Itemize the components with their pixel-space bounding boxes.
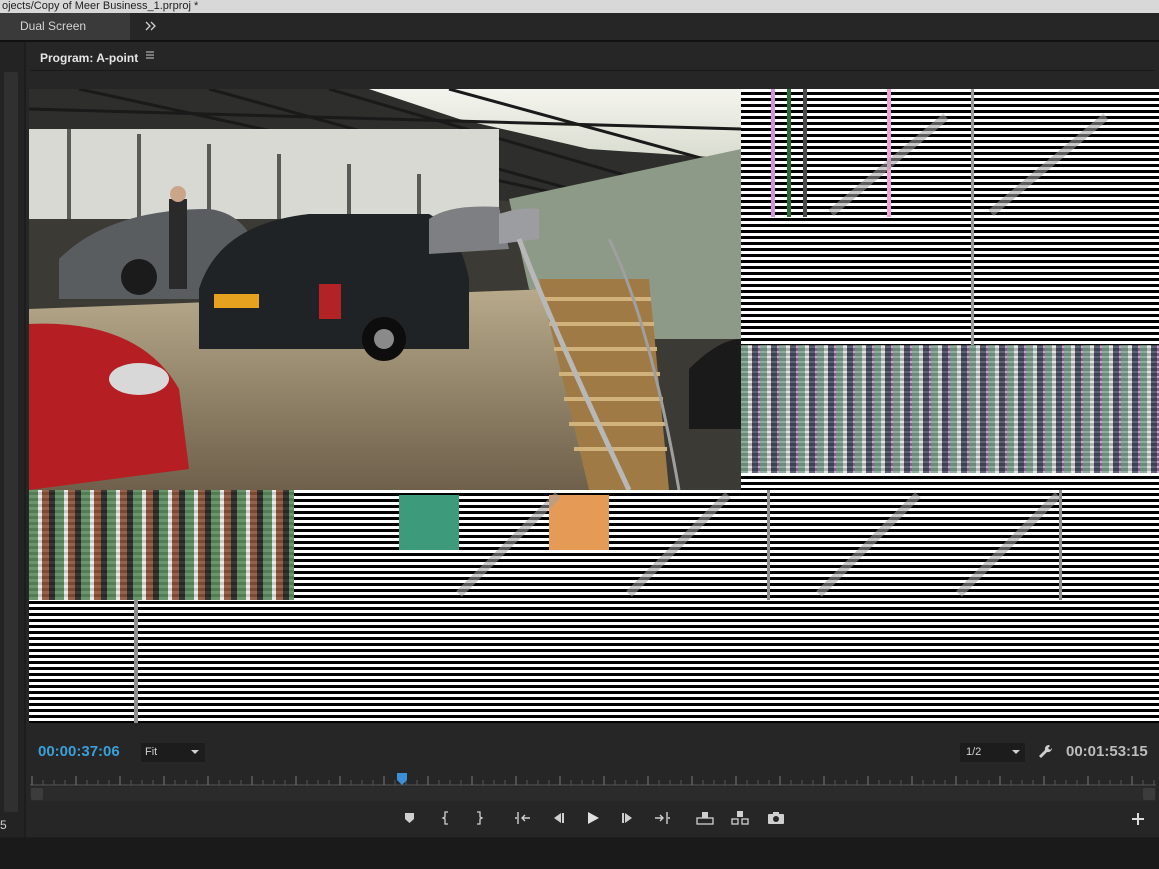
camera-icon	[768, 812, 784, 824]
add-marker-button[interactable]	[399, 808, 421, 828]
export-frame-button[interactable]	[765, 808, 787, 828]
status-bar	[0, 838, 1159, 869]
glitch-bar	[134, 600, 138, 723]
glitch-bar	[787, 89, 791, 217]
chevron-down-icon[interactable]	[1011, 743, 1021, 769]
chevron-down-icon[interactable]	[190, 743, 200, 769]
go-to-in-icon	[515, 812, 530, 824]
glitch-diagonal	[956, 492, 1061, 597]
panel-title[interactable]: Program: A-point	[40, 50, 138, 66]
mark-in-button[interactable]	[435, 808, 457, 828]
extract-icon	[731, 811, 749, 825]
glitch-bar	[767, 490, 770, 600]
left-panel-scrollbar[interactable]	[4, 72, 18, 812]
video-frame	[29, 89, 741, 490]
glitch-bar	[771, 89, 775, 217]
glitch-bar	[1059, 490, 1062, 600]
marker-icon	[405, 813, 414, 823]
zoom-scrollbar-left-handle[interactable]	[31, 788, 43, 800]
plus-icon[interactable]	[1130, 810, 1146, 828]
step-forward-icon	[622, 813, 632, 823]
current-timecode[interactable]: 00:00:37:06	[38, 743, 120, 761]
glitch-artifact-right-top	[741, 89, 1159, 345]
glitch-bar	[971, 89, 974, 345]
glitch-icon-tile	[399, 495, 459, 550]
extract-button[interactable]	[729, 808, 751, 828]
glitch-diagonal	[626, 492, 731, 597]
window-title: ojects/Copy of Meer Business_1.prproj *	[0, 0, 1159, 13]
ruler-ticks	[30, 776, 1156, 786]
mark-out-button[interactable]	[468, 808, 490, 828]
chevron-double-right-icon[interactable]	[143, 17, 159, 35]
glitch-bar	[803, 89, 807, 217]
go-to-out-button[interactable]	[651, 808, 673, 828]
time-ruler[interactable]	[30, 772, 1156, 786]
step-forward-button[interactable]	[617, 808, 639, 828]
glitch-diagonal	[988, 113, 1109, 217]
workspace-bar: Dual Screen	[0, 13, 1159, 42]
glitch-diagonal	[816, 492, 921, 597]
step-back-icon	[554, 813, 564, 823]
lift-button[interactable]	[694, 808, 716, 828]
go-to-out-icon	[655, 812, 670, 824]
play-button[interactable]	[582, 808, 604, 828]
step-back-button[interactable]	[547, 808, 569, 828]
mark-out-icon	[477, 811, 484, 825]
zoom-scrollbar-right-handle[interactable]	[1143, 788, 1155, 800]
left-panel-number: 5	[0, 818, 7, 832]
workspace-tab-dual-screen[interactable]: Dual Screen	[0, 13, 130, 40]
hamburger-menu-icon[interactable]	[146, 49, 154, 63]
video-frame-image	[29, 89, 741, 490]
glitch-diagonal	[456, 492, 561, 597]
lift-icon	[696, 812, 714, 825]
glitch-artifact-right-strip	[741, 473, 1159, 490]
wrench-icon[interactable]	[1037, 742, 1055, 762]
glitch-bar	[887, 89, 891, 217]
glitch-artifact-right-middle	[741, 345, 1159, 473]
panel-divider	[30, 70, 1155, 71]
mark-in-icon	[441, 811, 448, 825]
zoom-scrollbar[interactable]	[30, 787, 1156, 801]
duration-timecode: 00:01:53:15	[1066, 743, 1148, 760]
playhead[interactable]	[396, 772, 407, 785]
play-icon	[588, 812, 599, 824]
glitch-icon-tile	[549, 495, 609, 550]
program-monitor-video[interactable]	[29, 89, 1159, 723]
glitch-artifact-bottom-left	[29, 490, 294, 600]
go-to-in-button[interactable]	[512, 808, 534, 828]
